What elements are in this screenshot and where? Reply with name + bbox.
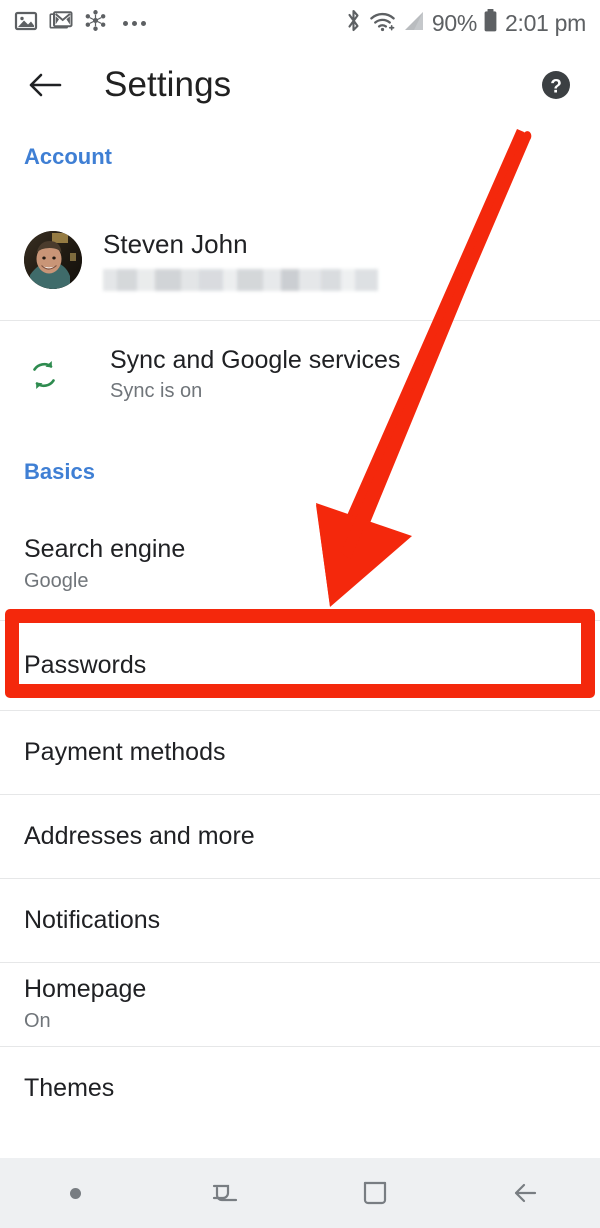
notifications-text: Notifications [24,905,160,936]
svg-text:?: ? [550,77,562,98]
help-icon[interactable]: ? [536,65,576,105]
avatar [24,231,82,289]
sync-row-subtitle: Sync is on [110,380,203,403]
back-icon[interactable] [450,1158,600,1228]
battery-percent-label: 90% [431,9,477,36]
nav-dot-icon[interactable] [0,1158,150,1228]
gmail-icon [49,9,73,38]
settings-row-homepage[interactable]: Homepage On [0,963,600,1046]
homepage-text: Homepage On [24,974,146,1035]
battery-icon [483,8,498,39]
themes-text: Themes [24,1073,114,1104]
page-title: Settings [104,65,232,104]
account-info: Steven John [103,228,378,292]
section-header-basics: Basics [24,459,95,484]
photo-icon [14,9,38,38]
phone-screen: 90% 2:01 pm Settings ? Account Steven Jo… [0,0,600,1228]
addresses-text: Addresses and more [24,821,255,852]
status-bar-right: 90% 2:01 pm [345,8,586,39]
bluetooth-icon [345,8,362,39]
sync-and-google-services-row[interactable]: Sync and Google services Sync is on [0,321,600,429]
more-notifications-icon [123,20,146,26]
recents-icon[interactable] [150,1158,300,1228]
search-engine-text: Search engine Google [24,534,185,595]
settings-row-subtitle: Google [24,569,89,592]
settings-row-passwords[interactable]: Passwords [0,621,600,710]
home-icon[interactable] [300,1158,450,1228]
account-name: Steven John [103,228,248,259]
status-bar-left [14,9,146,38]
sync-row-text: Sync and Google services Sync is on [110,345,400,406]
back-arrow-icon[interactable] [24,64,66,106]
navigation-bar [0,1158,600,1228]
sync-icon [26,357,78,393]
cellular-signal-icon [403,9,425,38]
clock-label: 2:01 pm [504,9,586,36]
account-profile-row[interactable]: Steven John [0,208,600,308]
settings-row-title: Themes [24,1074,115,1103]
section-header-account: Account [24,144,112,169]
status-bar: 90% 2:01 pm [0,0,600,46]
settings-row-subtitle: On [24,1009,51,1032]
payment-methods-text: Payment methods [24,737,226,768]
settings-row-payment-methods[interactable]: Payment methods [0,711,600,794]
settings-row-notifications[interactable]: Notifications [0,879,600,962]
sync-row-title: Sync and Google services [110,345,401,374]
settings-list: Account Steven John Sync and Google serv… [0,124,600,1158]
settings-row-title: Payment methods [24,738,226,767]
account-email-redacted [103,269,378,292]
passwords-text: Passwords [24,650,146,681]
wifi-icon [369,9,396,38]
settings-row-title: Passwords [24,651,147,680]
share-nodes-icon [84,9,107,37]
settings-row-title: Addresses and more [24,822,255,851]
settings-row-search-engine[interactable]: Search engine Google [0,523,600,606]
settings-row-title: Notifications [24,906,161,935]
settings-row-addresses-and-more[interactable]: Addresses and more [0,795,600,878]
settings-row-title: Homepage [24,975,147,1004]
app-bar: Settings ? [0,46,600,124]
settings-row-title: Search engine [24,535,186,564]
settings-row-themes[interactable]: Themes [0,1047,600,1130]
